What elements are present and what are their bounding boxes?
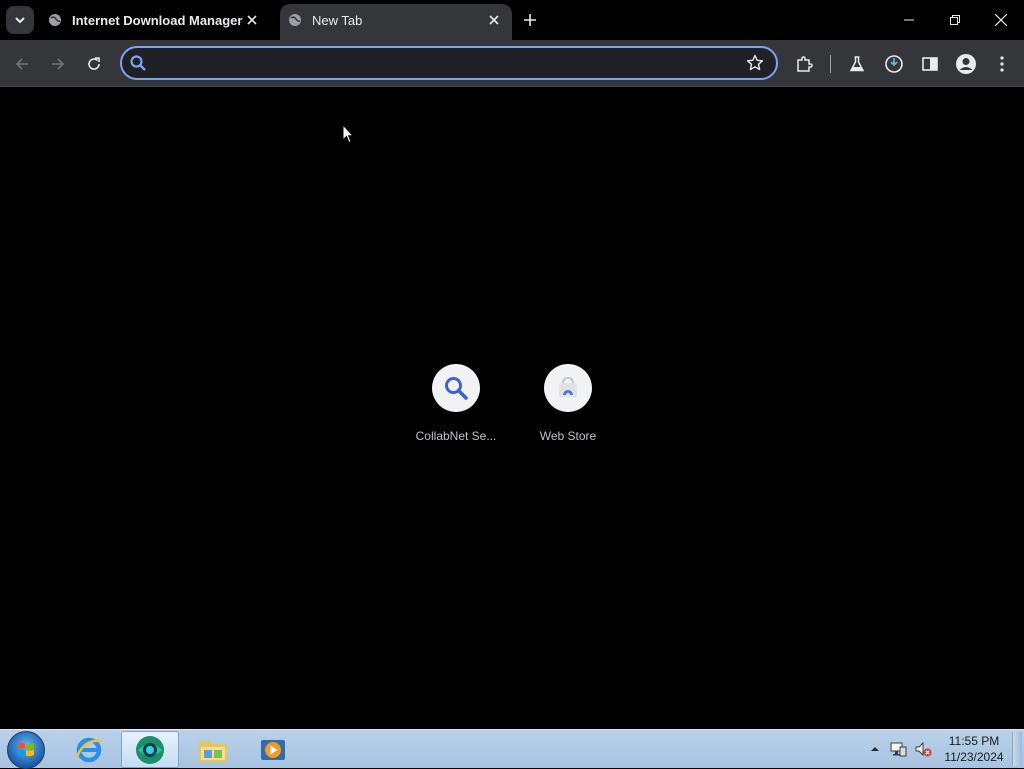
search-icon [445, 377, 468, 400]
clock-time: 11:55 PM [948, 734, 1000, 748]
arrow-left-icon [15, 58, 28, 70]
arrow-right-icon [52, 58, 65, 70]
network-icon [890, 742, 907, 757]
show-desktop-button[interactable] [1012, 732, 1022, 766]
profile-button[interactable] [952, 50, 980, 78]
volume-tray-icon[interactable] [914, 740, 932, 758]
taskbar-file-explorer[interactable] [184, 731, 242, 768]
shortcut-tile[interactable] [544, 364, 592, 412]
shortcut-web-store[interactable]: Web Store [512, 364, 624, 464]
chevron-up-icon [871, 747, 879, 751]
new-tab-page: CollabNet Se... Web Store [0, 88, 1024, 729]
reload-button[interactable] [80, 50, 108, 78]
new-tab-button[interactable] [518, 8, 542, 32]
address-input[interactable] [156, 48, 736, 78]
taskbar-media-player[interactable] [244, 731, 302, 768]
file-explorer-icon [199, 740, 227, 762]
minimize-icon [904, 19, 914, 21]
shortcut-collabnet[interactable]: CollabNet Se... [400, 364, 512, 464]
internet-explorer-icon [75, 737, 102, 762]
address-bar[interactable] [120, 46, 778, 80]
toolbar-divider [830, 55, 831, 73]
plus-icon [524, 14, 536, 26]
taskbar-browser[interactable] [121, 731, 179, 768]
mouse-cursor-icon [342, 124, 354, 144]
restore-button[interactable] [932, 0, 978, 40]
side-panel-button[interactable] [916, 50, 944, 78]
back-button[interactable] [8, 50, 36, 78]
download-manager-icon [885, 55, 903, 73]
tab-new-tab[interactable]: New Tab [272, 0, 520, 40]
tab-strip: Internet Download Manager is New Tab [0, 0, 1024, 40]
shortcut-tile[interactable] [432, 364, 480, 412]
avatar-icon [956, 54, 976, 74]
volume-muted-icon [915, 741, 932, 757]
tab-title: Internet Download Manager is [72, 12, 244, 28]
close-icon[interactable] [244, 12, 260, 28]
start-button[interactable] [7, 731, 45, 769]
chevron-down-icon [15, 17, 25, 24]
shortcut-label: CollabNet Se... [415, 429, 497, 443]
tab-idm[interactable]: Internet Download Manager is [40, 0, 272, 40]
star-icon[interactable] [746, 54, 764, 72]
close-window-button[interactable] [978, 0, 1024, 40]
close-icon[interactable] [486, 12, 502, 28]
flask-icon [849, 56, 865, 72]
tray-overflow-button[interactable] [868, 742, 882, 756]
windows-taskbar: 11:55 PM 11/23/2024 [0, 729, 1024, 769]
restore-icon [950, 15, 960, 25]
side-panel-icon [922, 57, 938, 71]
more-vert-icon [1000, 56, 1004, 72]
reload-icon [88, 57, 100, 70]
browser-icon [136, 735, 164, 764]
search-icon [130, 55, 146, 71]
puzzle-icon [797, 56, 813, 72]
tab-search-button[interactable] [6, 6, 34, 34]
forward-button[interactable] [44, 50, 72, 78]
globe-icon [49, 14, 61, 26]
globe-icon [289, 14, 301, 26]
extensions-button[interactable] [790, 50, 818, 78]
idm-extension-button[interactable] [880, 50, 908, 78]
tab-title: New Tab [312, 12, 363, 28]
system-clock[interactable]: 11:55 PM 11/23/2024 [940, 733, 1008, 765]
menu-button[interactable] [988, 50, 1016, 78]
labs-button[interactable] [843, 50, 871, 78]
browser-toolbar [0, 40, 1024, 87]
web-store-icon [559, 376, 577, 398]
shortcut-label: Web Store [539, 429, 597, 443]
taskbar-internet-explorer[interactable] [60, 731, 118, 768]
clock-date: 11/23/2024 [944, 750, 1004, 764]
windows-logo-icon [18, 742, 34, 757]
minimize-button[interactable] [886, 0, 932, 40]
media-player-icon [261, 739, 285, 760]
network-tray-icon[interactable] [889, 740, 907, 758]
close-icon [995, 14, 1007, 26]
